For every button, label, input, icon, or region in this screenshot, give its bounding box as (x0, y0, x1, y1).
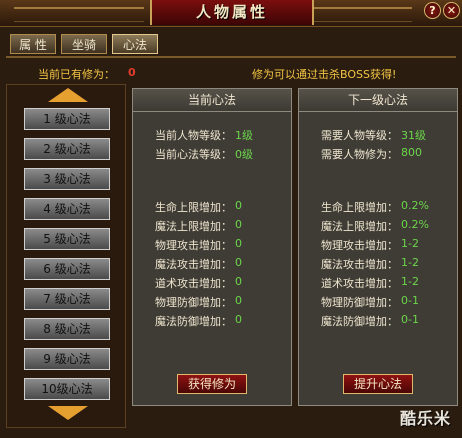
stat-label: 魔法攻击增加： (155, 258, 232, 271)
title-bar[interactable]: 人物属性 ? ✕ (0, 0, 462, 27)
stat-label: 魔法攻击增加： (321, 258, 398, 271)
help-button[interactable]: ? (424, 2, 441, 19)
stat-label: 魔法防御增加： (155, 315, 232, 328)
next-method-header: 下一级心法 (299, 89, 457, 112)
gain-cultivation-button[interactable]: 获得修为 (177, 374, 247, 394)
stat-label: 需要人物等级： (321, 129, 398, 142)
stat-label: 魔法防御增加： (321, 315, 398, 328)
stat-value: 0 (235, 237, 242, 250)
stat-label: 物理防御增加： (321, 296, 398, 309)
level-button-4[interactable]: 4 级心法 (24, 198, 110, 220)
level-button-3[interactable]: 3 级心法 (24, 168, 110, 190)
level-button-8[interactable]: 8 级心法 (24, 318, 110, 340)
stat-value: 0-1 (401, 294, 419, 307)
tab-attributes[interactable]: 属 性 (10, 34, 56, 54)
cultivation-hint: 修为可以通过击杀BOSS获得! (252, 68, 397, 81)
window-title: 人物属性 (150, 0, 314, 25)
level-button-6[interactable]: 6 级心法 (24, 258, 110, 280)
stat-label: 物理防御增加： (155, 296, 232, 309)
level-button-5[interactable]: 5 级心法 (24, 228, 110, 250)
stat-value: 0.2% (401, 199, 429, 212)
tab-mind-method[interactable]: 心法 (112, 34, 158, 54)
stat-value: 0-1 (401, 313, 419, 326)
stat-value: 1-2 (401, 256, 419, 269)
level-button-1[interactable]: 1 级心法 (24, 108, 110, 130)
character-window: 人物属性 ? ✕ 属 性 坐骑 心法 当前已有修为： 0 修为可以通过击杀BOS… (0, 0, 462, 438)
stat-label: 生命上限增加： (321, 201, 398, 214)
scroll-up-arrow-icon[interactable] (48, 88, 88, 102)
stat-label: 当前心法等级： (155, 148, 232, 161)
stat-value: 0 (235, 218, 242, 231)
stat-label: 道术攻击增加： (155, 277, 232, 290)
stat-label: 当前人物等级： (155, 129, 232, 142)
stat-value: 0 (235, 313, 242, 326)
stat-value: 0 (235, 199, 242, 212)
tab-divider (6, 56, 456, 58)
close-button[interactable]: ✕ (443, 2, 460, 19)
level-button-10[interactable]: 10级心法 (24, 378, 110, 400)
stat-value: 0 (235, 275, 242, 288)
current-method-panel: 当前心法 当前人物等级： 1级 当前心法等级： 0级 生命上限增加： 0 魔法上限增加… (132, 88, 292, 406)
cultivation-label: 当前已有修为： (38, 68, 115, 81)
next-method-panel: 下一级心法 需要人物等级： 31级 需要人物修为： 800 生命上限增加： 0.2% … (298, 88, 458, 406)
title-ornament-right (312, 7, 412, 22)
stat-value: 0级 (235, 148, 253, 161)
level-button-7[interactable]: 7 级心法 (24, 288, 110, 310)
upgrade-method-button[interactable]: 提升心法 (343, 374, 413, 394)
level-button-2[interactable]: 2 级心法 (24, 138, 110, 160)
stat-value: 31级 (401, 129, 426, 142)
tab-mount[interactable]: 坐骑 (61, 34, 107, 54)
stat-value: 0.2% (401, 218, 429, 231)
stat-value: 0 (235, 256, 242, 269)
stat-label: 魔法上限增加： (321, 220, 398, 233)
scroll-down-arrow-icon[interactable] (48, 406, 88, 420)
title-ornament-left (14, 7, 144, 22)
stat-label: 物理攻击增加： (321, 239, 398, 252)
stat-label: 需要人物修为： (321, 148, 398, 161)
stat-value: 800 (401, 146, 422, 159)
tab-bar: 属 性 坐骑 心法 (10, 34, 158, 54)
stat-value: 1-2 (401, 275, 419, 288)
stat-label: 魔法上限增加： (155, 220, 232, 233)
stat-value: 1级 (235, 129, 253, 142)
current-method-header: 当前心法 (133, 89, 291, 112)
level-button-9[interactable]: 9 级心法 (24, 348, 110, 370)
stat-label: 道术攻击增加： (321, 277, 398, 290)
stat-value: 1-2 (401, 237, 419, 250)
stat-label: 生命上限增加： (155, 201, 232, 214)
stat-value: 0 (235, 294, 242, 307)
watermark-logo: 酷乐米 (400, 409, 452, 428)
level-list-panel (6, 84, 126, 428)
cultivation-value: 0 (128, 66, 136, 79)
stat-label: 物理攻击增加： (155, 239, 232, 252)
